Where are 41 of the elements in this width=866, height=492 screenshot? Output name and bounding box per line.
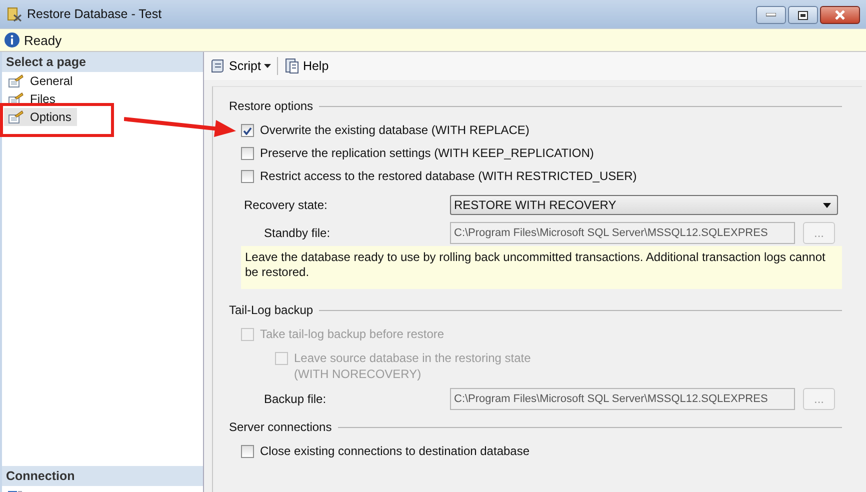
group-header: Restore options xyxy=(229,99,314,113)
checkbox-label: Leave source database in the restoring state (WITH NORECOVERY) xyxy=(294,350,531,382)
checkbox-label: Preserve the replication settings (WITH KEEP_REPLICATION) xyxy=(260,145,594,161)
sidebar-item[interactable]: Options xyxy=(4,108,78,126)
checkbox-label: Close existing connections to destination database xyxy=(260,443,530,459)
sidebar-item[interactable]: General xyxy=(4,72,79,90)
sidebar-item[interactable]: Files xyxy=(4,90,62,108)
checkbox[interactable] xyxy=(241,124,254,137)
checkbox-label: Restrict access to the restored database (WITH RESTRICTED_USER) xyxy=(260,168,637,184)
field-label: Backup file: xyxy=(263,392,328,406)
info-note: Leave the database ready to use by rolling back uncommitted transactions. Additional transaction logs cannot be restored. xyxy=(241,246,842,289)
document-icon xyxy=(284,58,300,74)
status-text: Ready xyxy=(24,32,62,48)
help-button[interactable]: Help xyxy=(282,56,331,76)
close-button[interactable] xyxy=(820,6,860,24)
page-icon xyxy=(8,92,24,106)
window-title: Restore Database - Test xyxy=(27,7,162,21)
page-icon xyxy=(8,110,24,124)
caret-icon xyxy=(264,64,271,68)
sidebar-header: Connection xyxy=(2,466,203,486)
script-button[interactable]: Script xyxy=(208,56,273,76)
checkmark-icon xyxy=(243,126,252,134)
page-icon xyxy=(8,74,24,88)
checkbox-label: Overwrite the existing database (WITH REPLACE) xyxy=(260,122,530,138)
checkbox[interactable] xyxy=(241,147,254,160)
group-header: Tail-Log backup xyxy=(229,303,314,317)
info-icon xyxy=(4,32,20,48)
sidebar-header: Select a page xyxy=(2,52,203,72)
checkbox-label: Take tail-log backup before restore xyxy=(260,326,444,342)
field-label: Standby file: xyxy=(263,226,332,240)
checkbox[interactable] xyxy=(241,170,254,183)
caret-icon xyxy=(823,202,831,208)
minimize-icon xyxy=(766,13,776,17)
minimize-button[interactable] xyxy=(756,6,786,24)
group-header: Server connections xyxy=(229,420,332,434)
maximize-button[interactable] xyxy=(788,6,818,24)
recovery-state-dropdown[interactable]: RESTORE WITH RECOVERY xyxy=(450,195,838,215)
field-label: Recovery state: xyxy=(243,198,328,212)
checkbox[interactable] xyxy=(241,445,254,458)
close-icon xyxy=(834,10,846,20)
maximize-icon xyxy=(798,10,808,20)
